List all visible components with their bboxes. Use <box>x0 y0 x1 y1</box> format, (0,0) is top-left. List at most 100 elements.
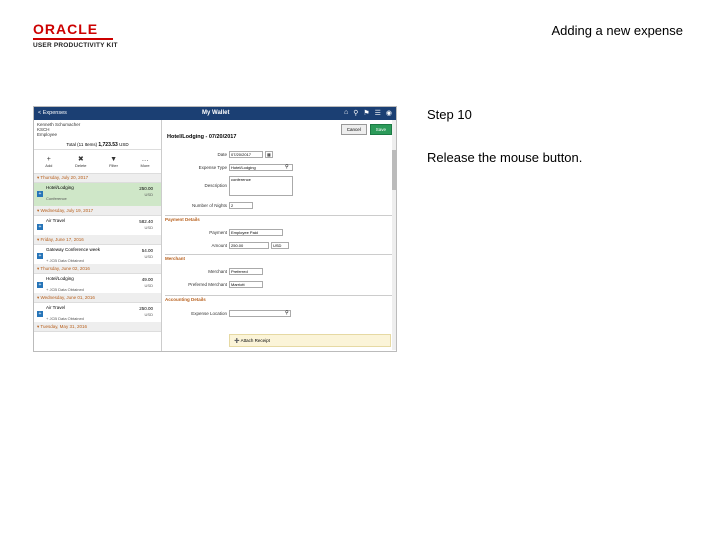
day-header[interactable]: ▾ Wednesday, June 01, 2016 <box>34 294 161 303</box>
day-header[interactable]: ▾ Thursday, June 02, 2016 <box>34 265 161 274</box>
slide-title: Adding a new expense <box>551 23 683 38</box>
attach-receipt-row[interactable]: ➕ Attach Receipt <box>229 334 391 347</box>
attach-label: Attach Receipt <box>240 338 270 343</box>
date-field[interactable]: 07/20/2017 <box>229 151 263 158</box>
merchant-section: Merchant <box>165 256 186 261</box>
total-currency: USD <box>119 142 129 147</box>
expense-amount: 250.00 <box>139 306 153 311</box>
amount-label: Amount <box>211 243 227 248</box>
expense-item[interactable]: + Hotel/Lodging + JCB Data Obtained 49.00 US… <box>34 274 161 294</box>
expense-subtitle: + JCB Data Obtained <box>46 258 84 263</box>
search-icon[interactable]: ⚲ <box>285 310 289 316</box>
flag-icon[interactable]: ⚑ <box>363 109 369 117</box>
detail-scrollbar[interactable] <box>392 120 396 350</box>
more-icon: … <box>141 155 149 163</box>
calendar-icon[interactable]: ▦ <box>265 151 273 158</box>
wallet-panel: Kenneth Schumacher KSCH Employee Total (… <box>34 120 162 351</box>
divider <box>165 215 392 216</box>
accounting-section: Accounting Details <box>165 297 206 302</box>
search-icon[interactable]: ⚲ <box>353 109 358 117</box>
divider <box>165 295 392 296</box>
expense-item[interactable]: + Air Travel + JCB Data Obtained 250.00 USD <box>34 303 161 323</box>
expense-item[interactable]: + Air Travel 582.40 USD <box>34 216 161 236</box>
day-header[interactable]: ▾ Wednesday, July 19, 2017 <box>34 207 161 216</box>
expense-type-label: Expense Type <box>198 165 227 170</box>
topbar-icons: ⌂ ⚲ ⚑ ☰ ◉ <box>344 109 392 117</box>
expense-subtitle: + JCB Data Obtained <box>46 287 84 292</box>
attach-icon: ➕ <box>234 338 240 343</box>
preferred-merchant-select[interactable]: Marriott <box>229 281 263 288</box>
delete-button[interactable]: ✖ Delete <box>75 155 87 168</box>
logo-subtitle: USER PRODUCTIVITY KIT <box>33 42 118 49</box>
expense-list: ▾ Thursday, July 20, 2017 + Hotel/Lodging C… <box>34 174 161 332</box>
back-link[interactable]: < Expenses <box>38 110 67 116</box>
delete-icon: ✖ <box>77 156 84 163</box>
payment-select[interactable]: Employee Paid <box>229 229 283 236</box>
app-topbar: < Expenses My Wallet ⌂ ⚲ ⚑ ☰ ◉ <box>34 107 396 120</box>
wallet-total: Total (11 Items) 1,723.53 USD <box>34 141 161 149</box>
expense-amount: 54.00 <box>141 248 153 253</box>
detail-actions: Cancel Save <box>340 124 392 135</box>
currency-field[interactable]: USD <box>271 242 289 249</box>
merchant-label: Merchant <box>208 269 227 274</box>
expense-item[interactable]: + Gateway Conference week + JCB Data Obtai… <box>34 245 161 265</box>
save-button[interactable]: Save <box>369 124 392 135</box>
add-button[interactable]: + Add <box>45 156 52 168</box>
amount-field[interactable]: 250.00 <box>229 242 269 249</box>
expense-type-icon: + <box>37 191 43 197</box>
search-icon[interactable]: ⚲ <box>285 164 289 170</box>
user-block: Kenneth Schumacher KSCH Employee <box>34 120 161 141</box>
form-title: Hotel/Lodging - 07/20/2017 <box>167 134 237 140</box>
filter-label: Filter <box>109 162 118 168</box>
app-screenshot: < Expenses My Wallet ⌂ ⚲ ⚑ ☰ ◉ Kenneth S… <box>33 106 397 352</box>
payment-section: Payment Details <box>165 217 200 222</box>
filter-icon: ▼ <box>110 155 117 163</box>
wallet-toolbar: + Add ✖ Delete ▼ Filter … More <box>34 149 161 174</box>
expense-currency: USD <box>144 192 153 197</box>
day-header[interactable]: ▾ Tuesday, May 31, 2016 <box>34 323 161 332</box>
expense-currency: USD <box>144 254 153 259</box>
nights-field[interactable]: 2 <box>229 202 253 209</box>
expense-currency: USD <box>144 312 153 317</box>
merchant-select[interactable]: Preferred <box>229 268 263 275</box>
expense-amount: 49.00 <box>141 277 153 282</box>
filter-button[interactable]: ▼ Filter <box>109 156 118 168</box>
delete-label: Delete <box>74 163 87 168</box>
expense-location-label: Expense Location <box>191 311 227 316</box>
expense-amount: 582.40 <box>139 219 153 224</box>
day-header[interactable]: ▾ Friday, June 17, 2016 <box>34 236 161 245</box>
user-role: Employee <box>37 132 58 137</box>
expense-location-field[interactable] <box>229 310 291 317</box>
expense-detail: Cancel Save Hotel/Lodging - 07/20/2017 D… <box>163 120 396 351</box>
step-label: Step 10 <box>427 107 472 122</box>
expense-currency: USD <box>144 225 153 230</box>
payment-label: Payment <box>209 230 227 235</box>
description-field[interactable]: conference <box>229 176 293 196</box>
total-label: Total (11 Items) <box>66 142 98 147</box>
app-title: My Wallet <box>202 110 230 116</box>
expense-subtitle: Conference <box>46 196 67 201</box>
home-icon[interactable]: ⌂ <box>344 109 348 117</box>
expense-item[interactable]: + Hotel/Lodging Conference 250.00 USD <box>34 183 161 207</box>
description-label: Description <box>204 183 227 188</box>
cancel-button[interactable]: Cancel <box>340 124 367 135</box>
day-header[interactable]: ▾ Thursday, July 20, 2017 <box>34 174 161 183</box>
expense-type-icon: + <box>37 311 43 317</box>
logo-rule <box>33 38 113 40</box>
expense-amount: 250.00 <box>139 186 153 191</box>
more-label: More <box>140 162 150 168</box>
date-label: Date <box>217 152 227 157</box>
expense-type-icon: + <box>37 282 43 288</box>
scrollbar-thumb[interactable] <box>392 150 396 190</box>
expense-type-icon: + <box>37 224 43 230</box>
menu-icon[interactable]: ☰ <box>375 109 381 117</box>
compass-icon[interactable]: ◉ <box>386 109 392 117</box>
expense-currency: USD <box>144 283 153 288</box>
expense-type-field[interactable]: Hotel/Lodging <box>229 164 293 171</box>
more-button[interactable]: … More <box>141 156 150 168</box>
preferred-merchant-label: Preferred Merchant <box>188 282 227 287</box>
logo-wordmark: ORACLE <box>33 21 99 37</box>
divider <box>165 254 392 255</box>
expense-type-icon: + <box>37 253 43 259</box>
nights-label: Number of Nights <box>191 203 227 208</box>
